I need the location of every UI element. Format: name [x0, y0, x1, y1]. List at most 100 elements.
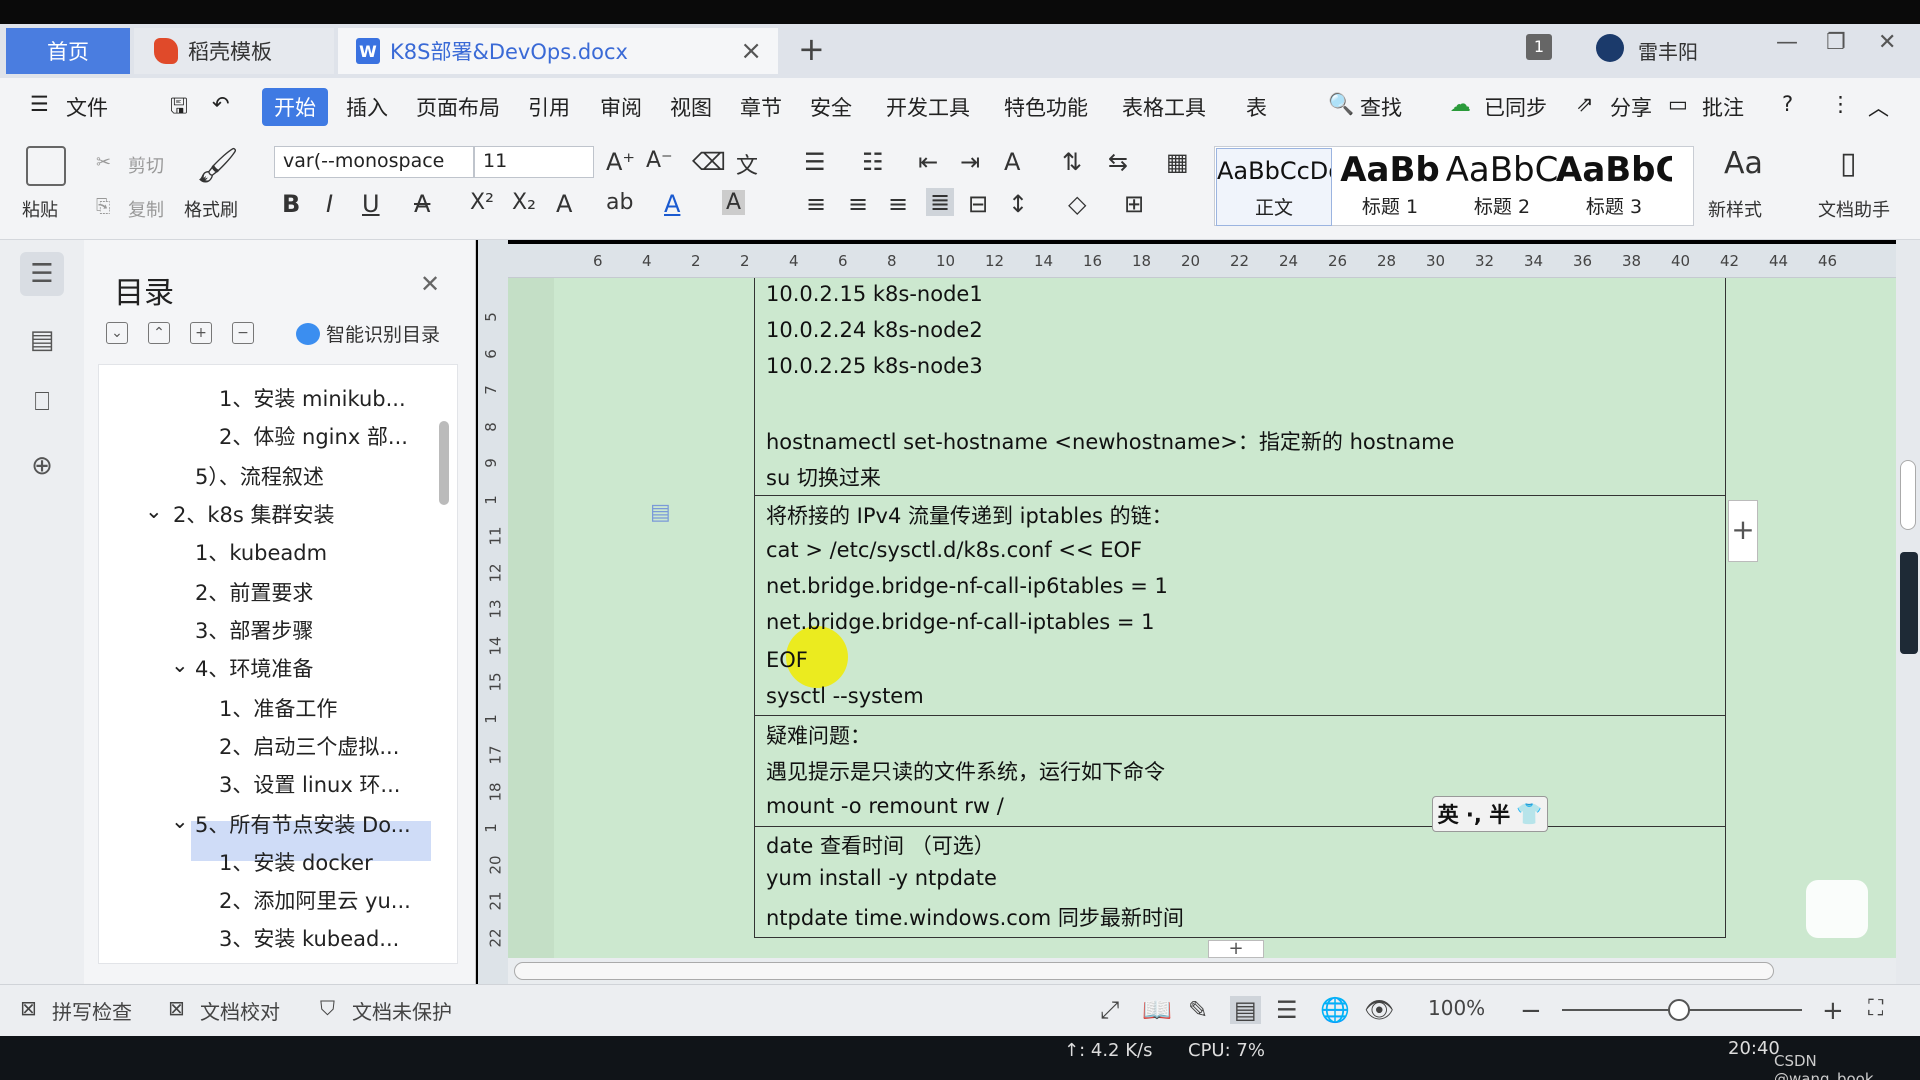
web-view-icon[interactable]: 🌐	[1320, 996, 1350, 1024]
align-center-icon[interactable]: ≡	[848, 190, 868, 218]
style-heading-1[interactable]: AaBb 标题 1	[1332, 148, 1448, 226]
cut-icon[interactable]: ✂	[96, 152, 111, 173]
highlight-icon[interactable]: ab	[606, 190, 633, 215]
toc-item-expander[interactable]: ⌄	[145, 499, 163, 523]
grow-font-icon[interactable]: A⁺	[606, 148, 635, 176]
expand-all-icon[interactable]: ⌄	[106, 322, 128, 344]
menu-layout[interactable]: 页面布局	[416, 92, 500, 122]
tab-document[interactable]: W K8S部署&DevOps.docx ×	[338, 28, 778, 74]
fullscreen-icon[interactable]: ⤢	[1100, 996, 1119, 1024]
new-style-button[interactable]: 新样式	[1708, 196, 1762, 222]
shading-icon[interactable]: ◇	[1068, 190, 1086, 218]
columns-icon[interactable]: ▦	[1166, 148, 1189, 176]
paste-button[interactable]: 粘贴	[22, 196, 58, 222]
zoom-level[interactable]: 100%	[1428, 996, 1485, 1020]
minimize-icon[interactable]: —	[1776, 30, 1798, 55]
vertical-scroll-thumb[interactable]	[1900, 460, 1916, 530]
align-right-icon[interactable]: ≡	[888, 190, 908, 218]
protect-icon[interactable]: ⛉	[320, 996, 335, 1020]
new-tab-icon[interactable]: +	[798, 30, 825, 68]
toc-item[interactable]: 1、kubeadm	[195, 537, 327, 567]
tab-template[interactable]: 稻壳模板	[134, 28, 334, 74]
search-icon[interactable]: 🔍	[1328, 92, 1354, 117]
fit-page-icon[interactable]: ⛶	[1868, 996, 1883, 1021]
line-break-icon[interactable]: ⇆	[1108, 148, 1128, 176]
cut-button[interactable]: 剪切	[128, 152, 164, 178]
video-play-icon[interactable]	[1806, 880, 1868, 938]
doc-helper-button[interactable]: 文档助手	[1818, 196, 1894, 222]
toc-item[interactable]: 2、k8s 集群安装	[173, 499, 335, 529]
share-button[interactable]: 分享	[1610, 92, 1652, 122]
new-style-icon[interactable]: Aa	[1724, 146, 1763, 181]
add-table-row-icon[interactable]: +	[1208, 940, 1264, 958]
menu-view[interactable]: 视图	[670, 92, 712, 122]
eye-protect-icon[interactable]: 👁	[1364, 996, 1394, 1024]
comment-button[interactable]: 批注	[1702, 92, 1744, 122]
copy-icon[interactable]: ⎘	[96, 196, 110, 217]
border-icon[interactable]: ⊞	[1124, 190, 1144, 218]
numbered-list-icon[interactable]: ☷	[862, 148, 884, 176]
char-shading-icon[interactable]: A	[722, 190, 746, 215]
align-left-icon[interactable]: ≡	[806, 190, 826, 218]
zoom-in-icon[interactable]: +	[1822, 996, 1844, 1026]
shrink-font-icon[interactable]: A⁻	[646, 148, 673, 173]
collapse-all-icon[interactable]: ⌃	[148, 322, 170, 344]
close-icon[interactable]: ×	[740, 36, 762, 66]
restore-icon[interactable]: ❐	[1826, 30, 1846, 55]
text-effect-icon[interactable]: A	[556, 190, 572, 218]
toc-item[interactable]: 5）、流程叙述	[195, 461, 324, 491]
bookmark-icon[interactable]: ⎕	[20, 380, 64, 424]
font-family-select[interactable]: var(--monospace	[274, 146, 474, 178]
window-count-badge[interactable]: 1	[1526, 34, 1552, 60]
subscript-icon[interactable]: X₂	[512, 190, 536, 215]
style-heading-3[interactable]: AaBbC 标题 3	[1556, 148, 1672, 226]
distribute-icon[interactable]: ⊟	[968, 190, 988, 218]
menu-developer[interactable]: 开发工具	[886, 92, 970, 122]
italic-icon[interactable]: I	[326, 190, 333, 218]
toc-item[interactable]: 2、启动三个虚拟...	[219, 731, 399, 761]
font-size-select[interactable]: 11	[474, 146, 594, 178]
menu-chapter[interactable]: 章节	[740, 92, 782, 122]
paragraph-handle-icon[interactable]: ▤	[650, 500, 671, 525]
synced-button[interactable]: 已同步	[1484, 92, 1547, 122]
page-view-icon[interactable]: ▤	[1230, 996, 1261, 1024]
proofread-icon[interactable]: ⊠	[168, 996, 185, 1020]
sort-icon[interactable]: ⇅	[1062, 148, 1082, 176]
style-heading-2[interactable]: AaBbC 标题 2	[1444, 148, 1560, 226]
reading-mode-icon[interactable]: 📖	[1142, 996, 1172, 1024]
menu-references[interactable]: 引用	[528, 92, 570, 122]
doc-helper-icon[interactable]: ▯	[1840, 146, 1857, 181]
case-icon[interactable]: A	[1004, 148, 1020, 176]
toc-item-selected[interactable]: 3、设置 linux 环...	[219, 769, 400, 799]
font-color-icon[interactable]: A	[664, 190, 680, 218]
zoom-out-icon[interactable]: −	[1520, 996, 1542, 1026]
toc-close-icon[interactable]: ✕	[420, 270, 440, 298]
format-painter-icon[interactable]: 🖌	[196, 146, 239, 186]
paste-icon[interactable]	[26, 146, 66, 186]
menu-more[interactable]: 表	[1246, 92, 1267, 122]
toc-item[interactable]: 1、准备工作	[219, 693, 337, 723]
menu-start[interactable]: 开始	[262, 88, 328, 126]
menu-security[interactable]: 安全	[810, 92, 852, 122]
clear-format-icon[interactable]: ⌫	[692, 148, 726, 176]
toc-scrollbar[interactable]	[439, 421, 449, 505]
menu-review[interactable]: 审阅	[600, 92, 642, 122]
protect-status[interactable]: 文档未保护	[352, 996, 452, 1025]
menu-file[interactable]: 文件	[66, 92, 108, 122]
style-normal[interactable]: AaBbCcDd 正文	[1216, 148, 1332, 226]
bullet-list-icon[interactable]: ☰	[804, 148, 826, 176]
underline-icon[interactable]: U	[362, 190, 380, 218]
format-painter-button[interactable]: 格式刷	[184, 196, 238, 222]
menu-table-tools[interactable]: 表格工具	[1122, 92, 1206, 122]
table-cell[interactable]	[754, 278, 1726, 496]
add-row-icon[interactable]: +	[1728, 500, 1758, 562]
hamburger-icon[interactable]: ☰	[30, 92, 49, 116]
page-thumbnails-icon[interactable]: ▤	[20, 318, 64, 362]
copy-button[interactable]: 复制	[128, 196, 164, 222]
help-icon[interactable]: ?	[1782, 92, 1793, 116]
toc-item[interactable]: 1、安装 minikub...	[219, 383, 406, 413]
decrease-indent-icon[interactable]: ⇤	[918, 148, 938, 176]
window-close-icon[interactable]: ✕	[1878, 30, 1896, 55]
strikethrough-icon[interactable]: A	[414, 190, 430, 218]
user-name[interactable]: 雷丰阳	[1638, 36, 1698, 65]
